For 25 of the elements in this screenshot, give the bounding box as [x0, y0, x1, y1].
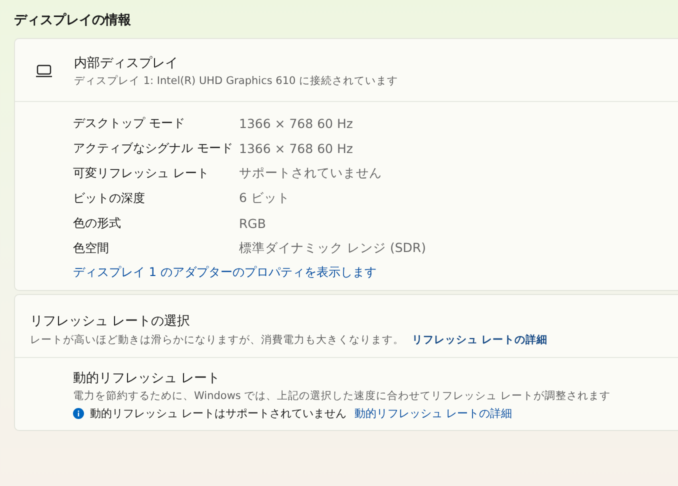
- detail-label: 色空間: [73, 240, 110, 257]
- detail-label: アクティブなシグナル モード: [73, 140, 234, 157]
- detail-label: 色の形式: [73, 215, 122, 232]
- refresh-rate-title: リフレッシュ レートの選択: [30, 313, 192, 330]
- detail-label: 可変リフレッシュ レート: [73, 165, 210, 182]
- refresh-rate-link[interactable]: リフレッシュ レートの詳細: [412, 333, 548, 347]
- detail-value: サポートされていません: [239, 165, 382, 182]
- dynamic-refresh-description: 電力を節約するために、Windows では、上記の選択した速度に合わせてリフレッシュ レートが調整されます: [73, 389, 612, 403]
- detail-value: RGB: [239, 216, 266, 231]
- dynamic-refresh-title: 動的リフレッシュ レート: [73, 370, 222, 387]
- section-title: ディスプレイの情報: [14, 12, 132, 29]
- detail-value: 1366 × 768 60 Hz: [239, 141, 353, 156]
- laptop-icon: [35, 64, 53, 78]
- display-subtitle: ディスプレイ 1: Intel(R) UHD Graphics 610 に接続されています: [74, 74, 398, 88]
- info-icon: [73, 408, 84, 419]
- unsupported-notice: 動的リフレッシュ レートはサポートされていません: [90, 406, 346, 421]
- refresh-rate-description: レートが高いほど動きは滑らかになりますが、消費電力も大きくなります。: [30, 333, 404, 347]
- detail-value: 1366 × 768 60 Hz: [239, 116, 353, 131]
- detail-value: 6 ビット: [239, 190, 290, 207]
- detail-label: ビットの深度: [73, 190, 146, 207]
- detail-value: 標準ダイナミック レンジ (SDR): [239, 240, 426, 257]
- display-name: 内部ディスプレイ: [74, 55, 179, 72]
- dynamic-refresh-link[interactable]: 動的リフレッシュ レートの詳細: [354, 406, 512, 421]
- detail-label: デスクトップ モード: [73, 115, 186, 132]
- adapter-properties-link[interactable]: ディスプレイ 1 のアダプターのプロパティを表示します: [73, 264, 678, 281]
